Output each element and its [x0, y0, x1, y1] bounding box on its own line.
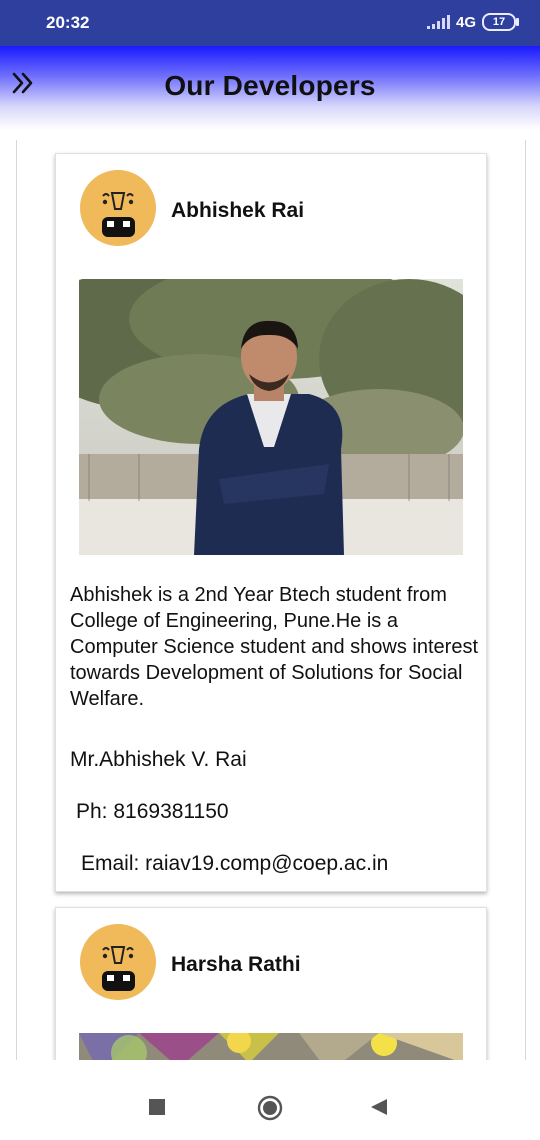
- developer-list[interactable]: Abhishek Rai Abhishek is a 2nd Year Btec…: [16, 140, 526, 1060]
- triangle-back-icon[interactable]: [370, 1098, 388, 1121]
- battery-icon: 17: [482, 13, 519, 31]
- developer-email[interactable]: Email: raiav19.comp@coep.ac.in: [81, 852, 388, 876]
- developer-card: Abhishek Rai Abhishek is a 2nd Year Btec…: [55, 153, 487, 892]
- status-bar: 20:32 4G 17: [0, 0, 540, 46]
- developer-card: Harsha Rathi: [55, 907, 487, 1060]
- signal-icon: [426, 15, 450, 29]
- developer-full-name: Mr.Abhishek V. Rai: [70, 748, 247, 771]
- developer-photo: [79, 1033, 463, 1060]
- status-icons: 4G 17: [426, 13, 519, 31]
- developer-bio: Abhishek is a 2nd Year Btech student fro…: [70, 584, 478, 710]
- system-navigation-bar: [0, 1062, 540, 1140]
- app-bar: Our Developers: [0, 46, 540, 130]
- square-icon[interactable]: [148, 1098, 166, 1121]
- status-time: 20:32: [46, 13, 90, 32]
- developer-photo: [79, 279, 463, 555]
- page-title: Our Developers: [164, 70, 376, 101]
- developer-phone[interactable]: Ph: 8169381150: [76, 800, 229, 824]
- battery-level: 17: [492, 16, 506, 28]
- avatar: [79, 923, 157, 1001]
- circle-home-icon[interactable]: [257, 1095, 283, 1126]
- developer-name: Abhishek Rai: [171, 199, 305, 222]
- developer-name: Harsha Rathi: [171, 953, 301, 976]
- network-type: 4G: [455, 13, 476, 31]
- avatar: [79, 169, 157, 247]
